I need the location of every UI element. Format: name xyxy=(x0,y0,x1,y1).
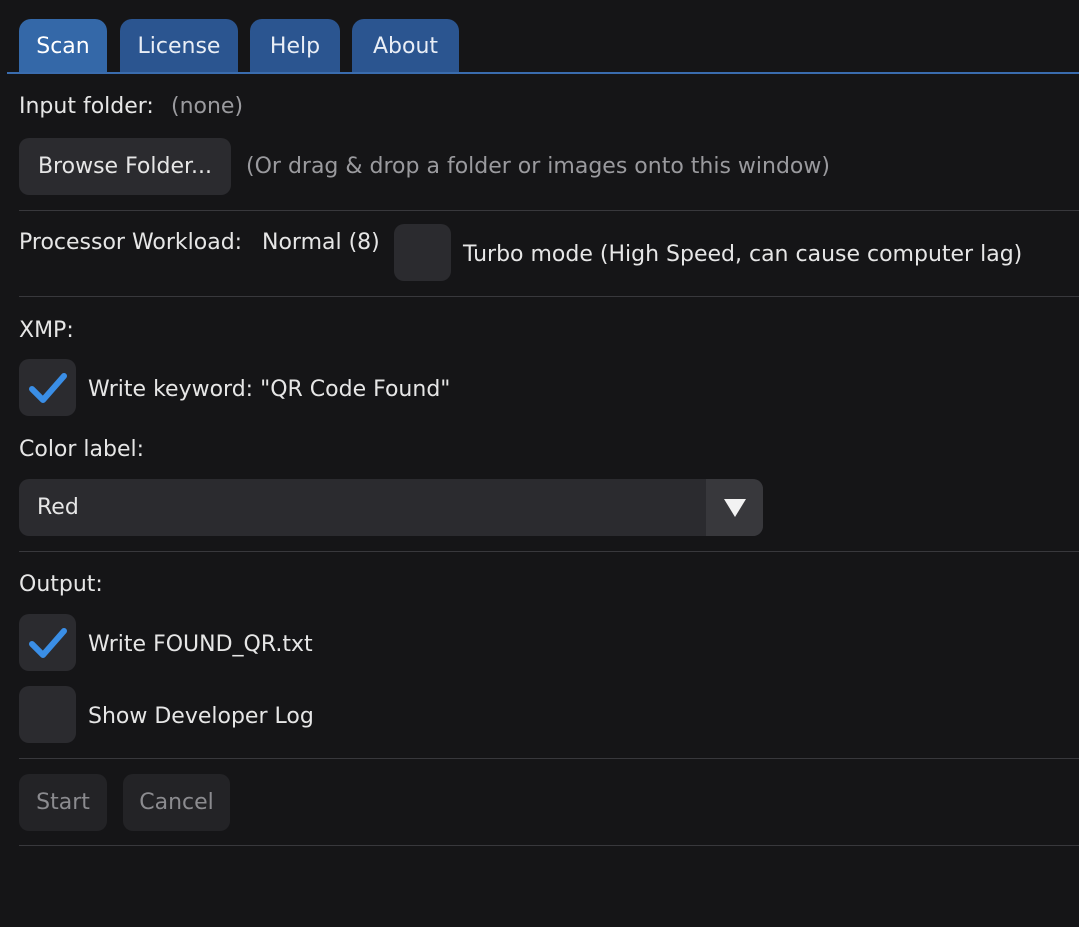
write-found-checkbox[interactable] xyxy=(19,614,76,671)
developer-log-checkbox[interactable] xyxy=(19,686,76,743)
tab-help[interactable]: Help xyxy=(250,19,340,73)
checkmark-icon xyxy=(28,627,67,658)
developer-log-label[interactable]: Show Developer Log xyxy=(88,704,314,729)
divider xyxy=(19,845,1079,846)
start-button[interactable]: Start xyxy=(19,774,107,831)
color-label-heading: Color label: xyxy=(19,437,145,462)
turbo-mode-label[interactable]: Turbo mode (High Speed, can cause comput… xyxy=(463,242,1022,267)
color-label-select[interactable]: Red xyxy=(19,479,763,536)
write-keyword-label[interactable]: Write keyword: "QR Code Found" xyxy=(88,377,450,402)
drag-drop-hint: (Or drag & drop a folder or images onto … xyxy=(246,154,830,179)
divider xyxy=(19,296,1079,297)
output-heading: Output: xyxy=(19,572,103,597)
xmp-heading: XMP: xyxy=(19,318,74,343)
divider xyxy=(19,551,1079,552)
write-keyword-checkbox[interactable] xyxy=(19,359,76,416)
triangle-down-icon xyxy=(723,498,746,517)
browse-folder-button[interactable]: Browse Folder... xyxy=(19,138,231,195)
tab-bar: Scan License Help About xyxy=(0,0,1079,74)
divider xyxy=(19,758,1079,759)
workload-value[interactable]: Normal (8) xyxy=(262,230,380,255)
tab-license[interactable]: License xyxy=(120,19,238,73)
workload-label: Processor Workload: xyxy=(19,230,243,255)
input-folder-value: (none) xyxy=(171,94,244,119)
color-label-selected: Red xyxy=(37,495,79,520)
tab-scan[interactable]: Scan xyxy=(19,19,107,73)
dropdown-button[interactable] xyxy=(706,479,763,536)
tab-underline xyxy=(7,72,1079,74)
divider xyxy=(19,210,1079,211)
turbo-mode-checkbox[interactable] xyxy=(394,224,451,281)
tab-about[interactable]: About xyxy=(352,19,459,73)
cancel-button[interactable]: Cancel xyxy=(123,774,230,831)
input-folder-label: Input folder: xyxy=(19,94,154,119)
checkmark-icon xyxy=(28,372,67,403)
write-found-label[interactable]: Write FOUND_QR.txt xyxy=(88,632,313,657)
